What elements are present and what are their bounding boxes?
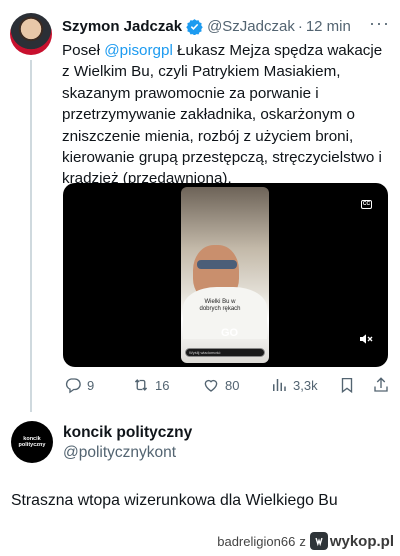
like-button[interactable]: 80 <box>202 376 239 394</box>
share-button[interactable] <box>372 376 390 394</box>
author-avatar[interactable] <box>10 13 52 55</box>
story-sticker: GO <box>221 327 239 339</box>
story-caption: Wielki Bu w dobrych rękach <box>199 299 241 312</box>
wykop-logo-icon <box>309 532 328 550</box>
separator-dot: · <box>297 17 303 35</box>
reply-icon <box>65 378 81 394</box>
video-frame: Wielki Bu w dobrych rękach GO Wyślij wia… <box>181 187 269 363</box>
story-message-bar: Wyślij wiadomość <box>185 348 265 357</box>
bookmark-icon <box>341 377 353 394</box>
watermark-brand: wykop.pl <box>329 532 394 550</box>
author-handle[interactable]: @SzJadczak <box>207 18 295 35</box>
heart-icon <box>204 379 218 392</box>
thread-line <box>30 60 32 412</box>
mention-link[interactable]: @pisorgpl <box>104 42 173 59</box>
video-player[interactable]: Wielki Bu w dobrych rękach GO Wyślij wia… <box>63 183 388 367</box>
retweet-count: 16 <box>155 377 170 393</box>
views-count: 3,3k <box>293 377 318 393</box>
tweet[interactable]: Szymon Jadczak @SzJadczak · 12 min ··· P… <box>0 0 400 412</box>
watermark-joiner: z <box>299 533 306 549</box>
retweet-icon <box>134 379 148 391</box>
tweet-actions: 9 16 80 3,3k <box>62 376 392 396</box>
watermark: badreligion66 z wykop.pl <box>217 532 394 550</box>
reply-text: Straszna wtopa wizerunkowa dla Wielkiego… <box>11 492 338 509</box>
tweet-time[interactable]: 12 min <box>306 18 351 35</box>
like-count: 80 <box>225 377 240 393</box>
reply-author-avatar[interactable]: koncik polityczny <box>11 421 53 463</box>
bookmark-button[interactable] <box>338 376 356 394</box>
captions-button[interactable]: CC <box>361 200 372 209</box>
reply-button[interactable]: 9 <box>64 376 94 394</box>
reply-author-handle[interactable]: @politycznykont <box>63 444 176 462</box>
tweet-header: Szymon Jadczak @SzJadczak · 12 min <box>62 16 392 36</box>
mute-icon[interactable] <box>358 331 374 352</box>
sunglasses <box>197 260 237 269</box>
watermark-user: badreligion66 <box>217 533 296 549</box>
tweet-text-rest: Łukasz Mejza spędza wakacje z Wielkim Bu… <box>62 42 383 188</box>
more-options-icon[interactable]: ··· <box>369 14 390 32</box>
author-name[interactable]: Szymon Jadczak <box>62 18 182 35</box>
views-icon <box>273 379 286 391</box>
reply-author-name[interactable]: koncik polityczny <box>63 424 192 442</box>
retweet-button[interactable]: 16 <box>132 376 169 394</box>
share-icon <box>374 377 388 392</box>
views-button[interactable]: 3,3k <box>270 376 318 394</box>
tweet-text-start: Poseł <box>62 42 105 59</box>
verified-badge-icon <box>186 18 203 35</box>
tweet-text: Poseł @pisorgpl Łukasz Mejza spędza waka… <box>62 40 392 190</box>
reply-count: 9 <box>87 377 95 393</box>
